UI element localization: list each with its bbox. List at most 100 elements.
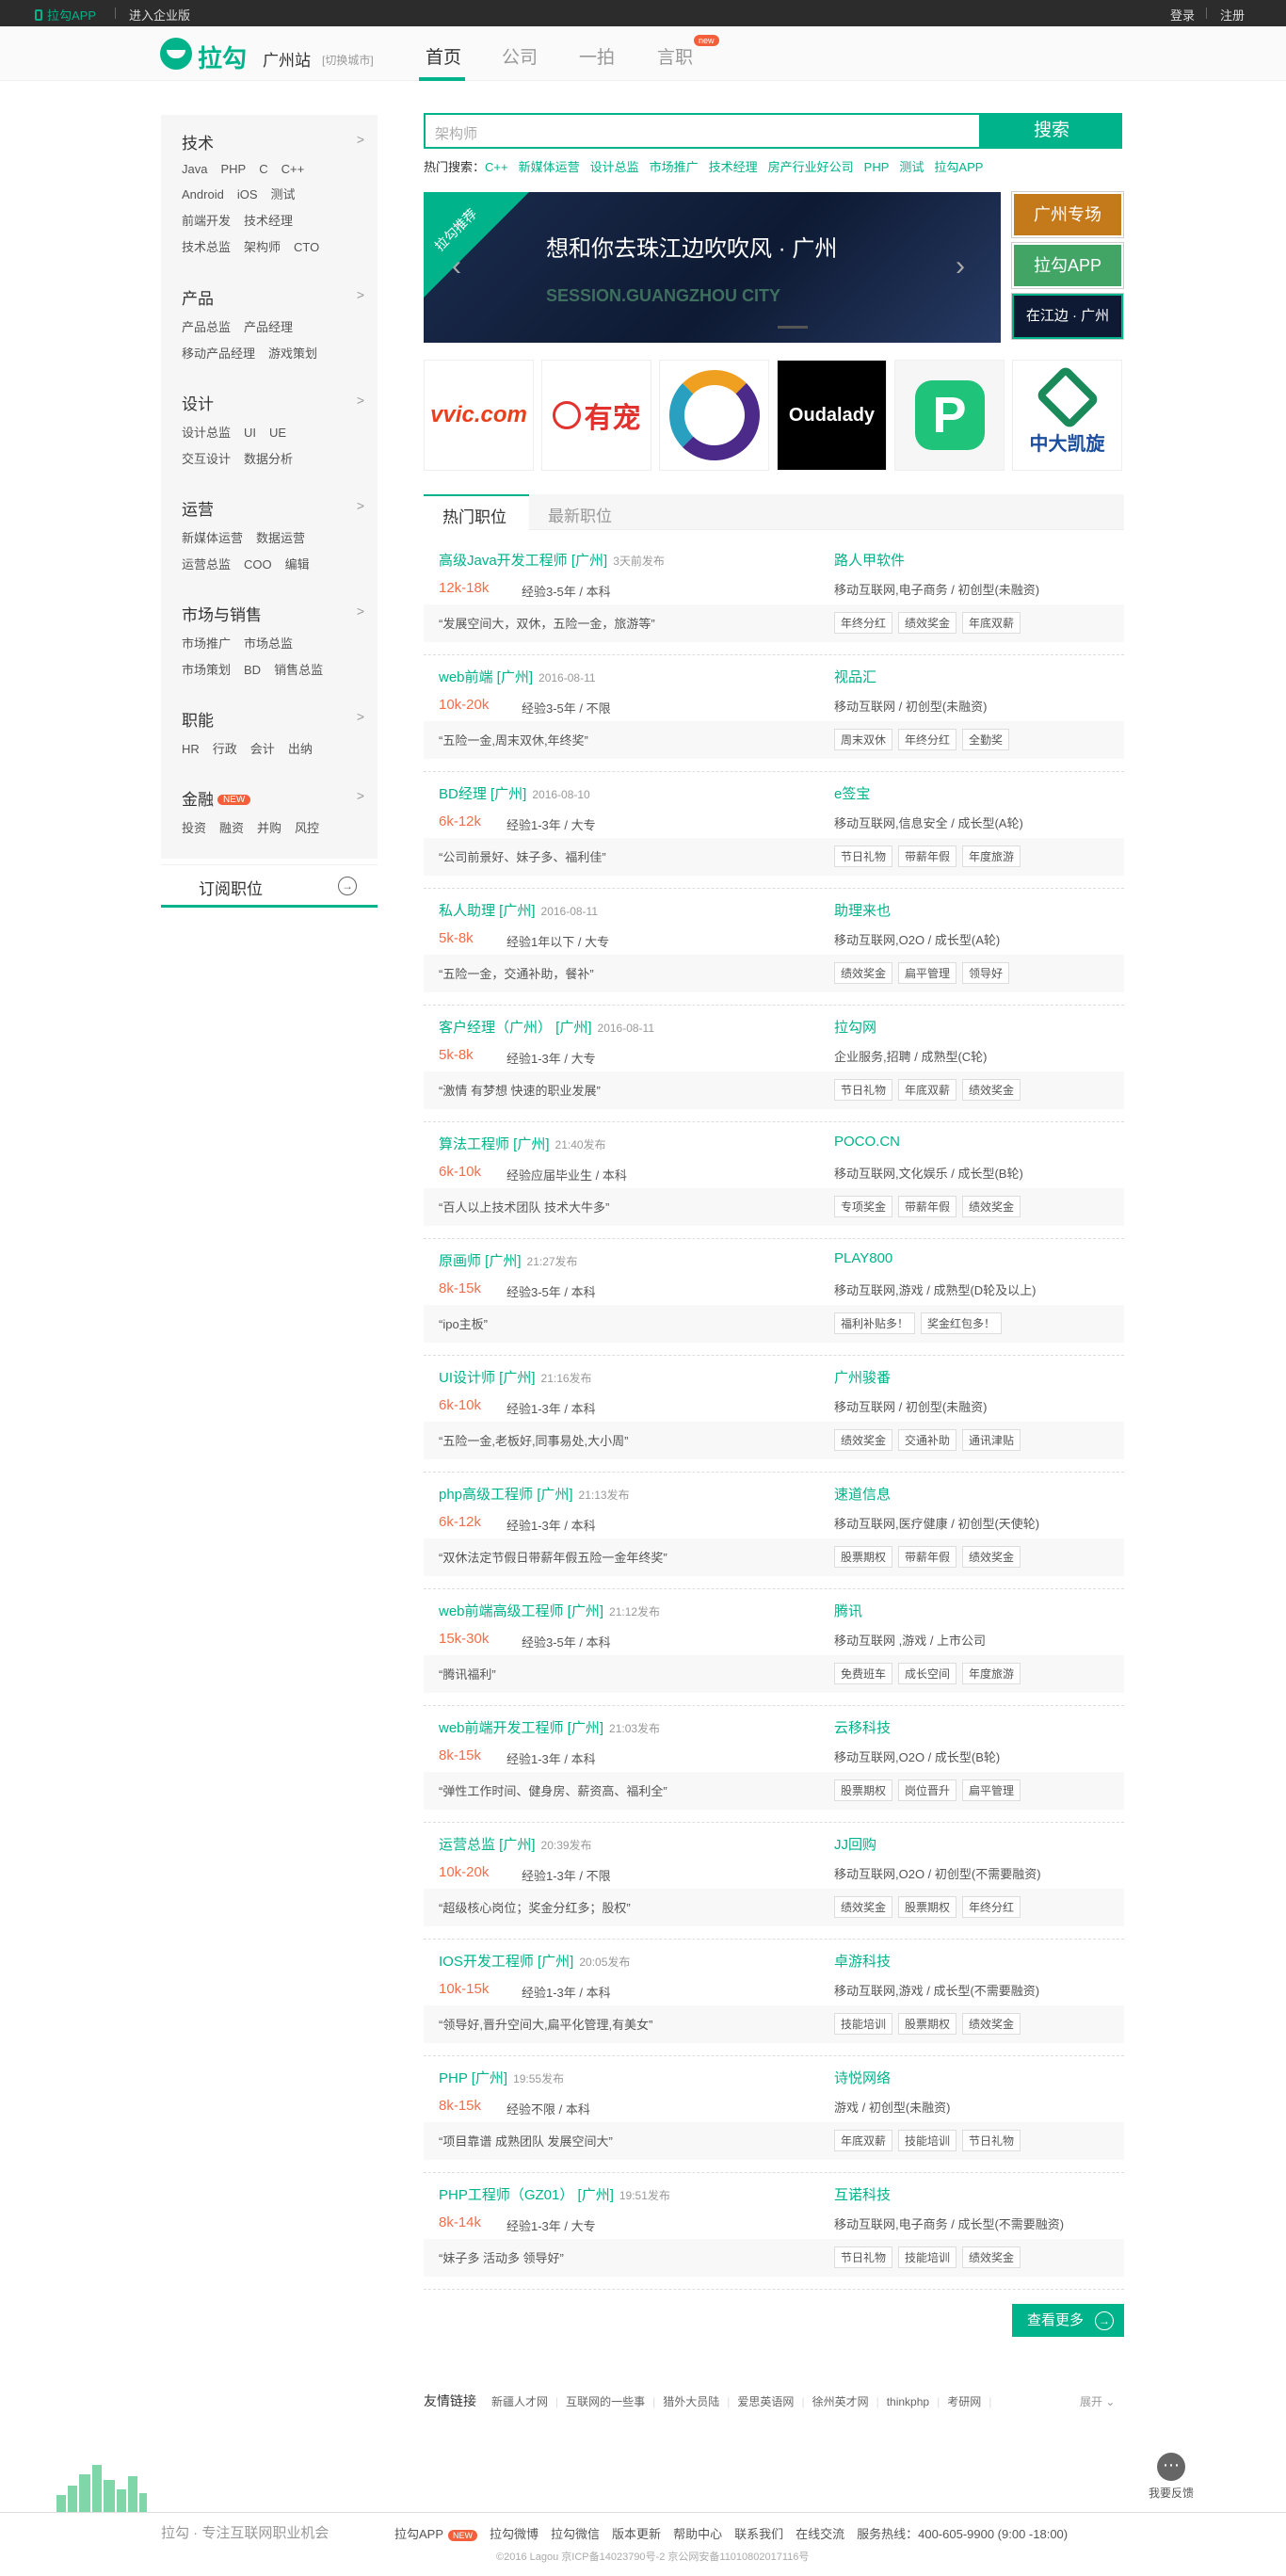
- category-link[interactable]: 出纳: [288, 742, 313, 756]
- friend-link[interactable]: thinkphp: [887, 2395, 929, 2408]
- friend-link[interactable]: 互联网的一些事: [566, 2395, 645, 2408]
- friend-link[interactable]: 徐州英才网: [812, 2395, 869, 2408]
- company-name-link[interactable]: 腾讯: [834, 1601, 862, 1620]
- category-link[interactable]: 技术总监: [182, 240, 231, 254]
- job-title-link[interactable]: 私人助理 [广州] 2016-08-11: [439, 900, 598, 920]
- company-logo[interactable]: Oudalady: [777, 360, 887, 471]
- hot-search-link[interactable]: 市场推广: [650, 160, 699, 174]
- company-name-link[interactable]: POCO.CN: [834, 1134, 900, 1150]
- company-logo[interactable]: 有宠: [541, 360, 651, 471]
- enterprise-link[interactable]: 进入企业版: [129, 6, 190, 24]
- friend-link[interactable]: 考研网: [947, 2395, 981, 2408]
- category-link[interactable]: 移动产品经理: [182, 346, 255, 361]
- company-name-link[interactable]: 速道信息: [834, 1484, 891, 1504]
- category-link[interactable]: 数据运营: [256, 531, 305, 545]
- job-item[interactable]: web前端 [广州] 2016-08-11 10k-20k 经验3-5年 / 不限 “五…: [424, 667, 1124, 772]
- job-item[interactable]: PHP工程师（GZ01） [广州] 19:51发布 8k-14k 经验1-3年 / 大…: [424, 2184, 1124, 2290]
- footer-link[interactable]: 在线交流: [796, 2527, 844, 2541]
- category-link[interactable]: 产品总监: [182, 320, 231, 334]
- category-link[interactable]: C++: [281, 162, 305, 176]
- footer-link[interactable]: 拉勾微信: [551, 2527, 600, 2541]
- job-title-link[interactable]: IOS开发工程师 [广州] 20:05发布: [439, 1951, 630, 1971]
- job-item[interactable]: 运营总监 [广州] 20:39发布 10k-20k 经验1-3年 / 不限 “超级核心岗…: [424, 1834, 1124, 1940]
- company-name-link[interactable]: 拉勾网: [834, 1017, 876, 1037]
- friend-link[interactable]: 猎外大员陆: [663, 2395, 719, 2408]
- tab-latest-jobs[interactable]: 最新职位: [548, 503, 612, 526]
- category-link[interactable]: 运营总监: [182, 557, 231, 572]
- job-title-link[interactable]: UI设计师 [广州] 21:16发布: [439, 1367, 592, 1387]
- footer-link[interactable]: 帮助中心: [673, 2527, 722, 2541]
- subscribe-button[interactable]: 订阅职位 →: [161, 864, 378, 908]
- category-link[interactable]: iOS: [237, 187, 258, 201]
- job-title-link[interactable]: php高级工程师 [广州] 21:13发布: [439, 1484, 630, 1504]
- company-name-link[interactable]: JJ回购: [834, 1834, 876, 1854]
- hot-search-link[interactable]: 房产行业好公司: [768, 160, 854, 174]
- company-name-link[interactable]: 诗悦网络: [834, 2068, 891, 2087]
- hot-search-link[interactable]: PHP: [864, 160, 890, 174]
- company-name-link[interactable]: 视品汇: [834, 667, 876, 686]
- category-link[interactable]: Android: [182, 187, 224, 201]
- app-link[interactable]: 拉勾APP: [35, 6, 96, 24]
- job-item[interactable]: php高级工程师 [广州] 21:13发布 6k-12k 经验1-3年 / 本科 “双休…: [424, 1484, 1124, 1589]
- category-product[interactable]: 产品 > 产品总监 产品经理 移动产品经理 游戏策划: [182, 285, 370, 362]
- job-item[interactable]: 原画师 [广州] 21:27发布 8k-15k 经验3-5年 / 本科 “ipo主板” P…: [424, 1250, 1124, 1356]
- expand-links-button[interactable]: 展开 ⌄: [1080, 2393, 1115, 2409]
- category-link[interactable]: 编辑: [285, 557, 310, 572]
- category-link[interactable]: 测试: [270, 187, 295, 201]
- job-item[interactable]: 私人助理 [广州] 2016-08-11 5k-8k 经验1年以下 / 大专 “五险一金…: [424, 900, 1124, 1006]
- category-operation[interactable]: 运营 > 新媒体运营 数据运营 运营总监 COO 编辑: [182, 496, 370, 572]
- category-finance[interactable]: 金融 NEW > 投资 融资 并购 风控: [182, 786, 370, 836]
- hot-search-link[interactable]: 设计总监: [590, 160, 639, 174]
- category-link[interactable]: 市场推广: [182, 636, 231, 651]
- company-name-link[interactable]: 互诺科技: [834, 2184, 891, 2204]
- category-link[interactable]: 数据分析: [244, 452, 293, 466]
- job-title-link[interactable]: web前端开发工程师 [广州] 21:03发布: [439, 1717, 660, 1737]
- job-title-link[interactable]: 运营总监 [广州] 20:39发布: [439, 1834, 592, 1854]
- category-link[interactable]: 风控: [295, 821, 319, 835]
- category-link[interactable]: 游戏策划: [268, 346, 317, 361]
- category-link[interactable]: C: [259, 162, 267, 176]
- job-item[interactable]: IOS开发工程师 [广州] 20:05发布 10k-15k 经验1-3年 / 本科 “领…: [424, 1951, 1124, 2056]
- category-link[interactable]: CTO: [294, 240, 319, 254]
- feedback-button[interactable]: ⋯ 我要反馈: [1143, 2453, 1199, 2501]
- category-link[interactable]: 架构师: [244, 240, 281, 254]
- category-link[interactable]: 市场总监: [244, 636, 293, 651]
- hot-search-link[interactable]: C++: [485, 160, 508, 174]
- hot-search-link[interactable]: 测试: [899, 160, 924, 174]
- company-name-link[interactable]: 云移科技: [834, 1717, 891, 1737]
- company-name-link[interactable]: 路人甲软件: [834, 550, 905, 570]
- switch-city-link[interactable]: [切换城市]: [322, 52, 374, 68]
- nav-yanzhi[interactable]: 言职: [657, 43, 693, 69]
- company-name-link[interactable]: 卓游科技: [834, 1951, 891, 1971]
- job-title-link[interactable]: 高级Java开发工程师 [广州] 3天前发布: [439, 550, 665, 570]
- hot-search-link[interactable]: 拉勾APP: [934, 160, 983, 174]
- login-link[interactable]: 登录: [1170, 6, 1195, 24]
- friend-link[interactable]: 爱思英语网: [737, 2395, 794, 2408]
- job-title-link[interactable]: web前端高级工程师 [广州] 21:12发布: [439, 1601, 660, 1620]
- company-logo[interactable]: [659, 360, 769, 471]
- category-tech[interactable]: 技术 > Java PHP C C++ Android iOS 测试 前端开发 技术经理 技术…: [182, 130, 370, 255]
- job-title-link[interactable]: PHP [广州] 19:55发布: [439, 2068, 564, 2087]
- category-link[interactable]: BD: [244, 663, 261, 677]
- job-title-link[interactable]: PHP工程师（GZ01） [广州] 19:51发布: [439, 2184, 670, 2204]
- category-link[interactable]: 产品经理: [244, 320, 293, 334]
- category-design[interactable]: 设计 > 设计总监 UI UE 交互设计 数据分析: [182, 391, 370, 467]
- category-link[interactable]: COO: [244, 557, 272, 572]
- job-title-link[interactable]: 客户经理（广州） [广州] 2016-08-11: [439, 1017, 654, 1037]
- company-name-link[interactable]: 广州骏番: [834, 1367, 891, 1387]
- job-item[interactable]: web前端开发工程师 [广州] 21:03发布 8k-15k 经验1-3年 / 本科 “…: [424, 1717, 1124, 1823]
- category-link[interactable]: 交互设计: [182, 452, 231, 466]
- job-item[interactable]: UI设计师 [广州] 21:16发布 6k-10k 经验1-3年 / 本科 “五险一金,…: [424, 1367, 1124, 1473]
- category-link[interactable]: 会计: [250, 742, 275, 756]
- category-marketing[interactable]: 市场与销售 > 市场推广 市场总监 市场策划 BD 销售总监: [182, 602, 370, 678]
- category-link[interactable]: UE: [269, 426, 286, 440]
- category-link[interactable]: 投资: [182, 821, 206, 835]
- friend-link[interactable]: 新疆人才网: [491, 2395, 548, 2408]
- category-link[interactable]: 新媒体运营: [182, 531, 243, 545]
- view-more-button[interactable]: 查看更多 →: [1012, 2304, 1124, 2337]
- nav-home[interactable]: 首页: [426, 43, 461, 69]
- category-link[interactable]: 前端开发: [182, 214, 231, 228]
- category-link[interactable]: PHP: [220, 162, 246, 176]
- nav-company[interactable]: 公司: [502, 43, 538, 69]
- company-logo[interactable]: vvic.com: [424, 360, 534, 471]
